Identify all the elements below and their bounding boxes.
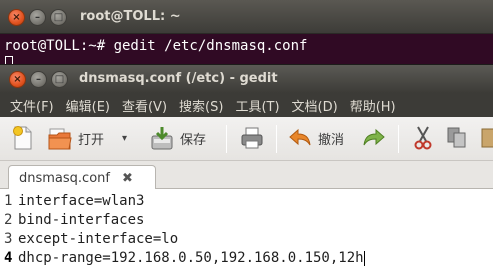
open-dropdown[interactable]: ▾ xyxy=(122,125,127,151)
open-folder-icon xyxy=(48,128,72,150)
terminal-command: gedit /etc/dnsmasq.conf xyxy=(113,38,308,54)
line-number: 3 xyxy=(4,231,13,247)
toolbar-separator xyxy=(398,125,399,153)
code-line: 1 interface=wlan3 xyxy=(0,192,493,211)
menu-help[interactable]: 帮助(H) xyxy=(350,96,396,115)
open-label: 打开 xyxy=(78,132,105,148)
gedit-window: × – □ dnsmasq.conf (/etc) - gedit 文件(F) … xyxy=(0,64,493,270)
paste-icon xyxy=(481,128,493,148)
menu-search[interactable]: 搜索(S) xyxy=(179,96,223,115)
menubar: 文件(F) 编辑(E) 查看(V) 搜索(S) 工具(T) 文档(D) 帮助(H… xyxy=(0,93,493,117)
tab-strip: dnsmasq.conf ✖ xyxy=(0,161,493,190)
text-caret xyxy=(363,251,365,266)
terminal-titlebar: × – □ root@TOLL: ~ xyxy=(0,0,493,34)
line-number: 4 xyxy=(4,250,13,266)
open-button[interactable]: 打开 xyxy=(48,125,104,151)
menu-view[interactable]: 查看(V) xyxy=(122,96,167,115)
cut-button[interactable] xyxy=(412,125,434,151)
gedit-minimize-icon[interactable]: – xyxy=(30,71,47,88)
copy-icon xyxy=(447,127,466,148)
code-line: 4 dhcp-range=192.168.0.50,192.168.0.150,… xyxy=(0,249,493,268)
toolbar-separator xyxy=(276,125,277,153)
line-text: interface=wlan3 xyxy=(18,193,145,209)
undo-label: 撤消 xyxy=(318,132,345,148)
terminal-close-icon[interactable]: × xyxy=(8,9,25,26)
tab-label: dnsmasq.conf xyxy=(19,170,110,186)
save-button[interactable]: 保存 xyxy=(150,125,206,151)
printer-icon xyxy=(241,127,263,149)
terminal-maximize-icon[interactable]: □ xyxy=(50,9,67,26)
terminal-command-line: root@TOLL:~# gedit /etc/dnsmasq.conf xyxy=(4,38,307,54)
save-icon xyxy=(151,127,173,150)
toolbar-separator xyxy=(226,125,227,153)
menu-edit[interactable]: 编辑(E) xyxy=(66,96,110,115)
menu-file[interactable]: 文件(F) xyxy=(10,96,54,115)
text-editor[interactable]: 1 interface=wlan3 2 bind-interfaces 3 ex… xyxy=(0,189,493,270)
gedit-close-icon[interactable]: × xyxy=(9,71,26,88)
line-number: 1 xyxy=(4,193,13,209)
new-document-icon xyxy=(13,126,32,150)
save-label: 保存 xyxy=(180,132,207,148)
copy-button[interactable] xyxy=(446,125,468,151)
close-tab-icon[interactable]: ✖ xyxy=(122,171,133,186)
terminal-minimize-icon[interactable]: – xyxy=(29,9,46,26)
undo-arrow-icon xyxy=(289,128,311,146)
redo-button[interactable] xyxy=(362,125,386,151)
chevron-down-icon: ▾ xyxy=(122,132,128,144)
print-button[interactable] xyxy=(240,125,264,151)
gedit-title: dnsmasq.conf (/etc) - gedit xyxy=(79,71,278,86)
undo-button[interactable]: 撤消 xyxy=(288,125,344,151)
line-text: bind-interfaces xyxy=(18,212,145,228)
code-line: 3 except-interface=lo xyxy=(0,230,493,249)
code-line: 2 bind-interfaces xyxy=(0,211,493,230)
line-number: 2 xyxy=(4,212,13,228)
menu-documents[interactable]: 文档(D) xyxy=(292,96,338,115)
gedit-maximize-icon[interactable]: □ xyxy=(51,71,68,88)
scissors-icon xyxy=(414,126,432,150)
terminal-prompt: root@TOLL:~# xyxy=(4,38,114,54)
toolbar: 打开 ▾ 保存 撤消 xyxy=(0,117,493,161)
redo-arrow-icon xyxy=(363,128,385,146)
gedit-titlebar: × – □ dnsmasq.conf (/etc) - gedit xyxy=(0,65,493,93)
line-text: except-interface=lo xyxy=(18,231,179,247)
new-document-button[interactable] xyxy=(12,125,34,151)
line-text: dhcp-range=192.168.0.50,192.168.0.150,12… xyxy=(18,250,364,266)
terminal-title: root@TOLL: ~ xyxy=(80,9,181,24)
menu-tools[interactable]: 工具(T) xyxy=(235,96,279,115)
paste-button[interactable] xyxy=(480,125,493,151)
tab-dnsmasq-conf[interactable]: dnsmasq.conf ✖ xyxy=(8,165,156,190)
